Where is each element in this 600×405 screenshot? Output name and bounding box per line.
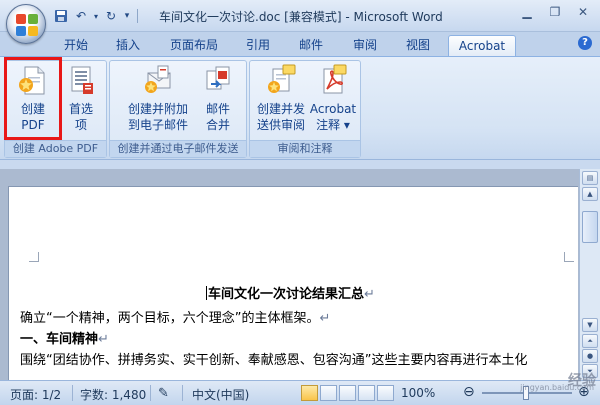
outline-view-icon[interactable] xyxy=(358,385,375,401)
group-review-and-comment: 创建并发 送供审阅 Acrobat 注释 ▾ 审阅和注释 xyxy=(249,60,361,158)
watermark: 经验 jingyan.baidu.com xyxy=(520,370,596,392)
document-line: 一、车间精神↵ xyxy=(20,328,109,347)
para-mark: ↵ xyxy=(319,311,331,326)
undo-dropdown-icon[interactable]: ▾ xyxy=(92,7,100,25)
mail-merge-button[interactable]: 邮件 合并 xyxy=(198,63,238,141)
document-line-text: 一、车间精神 xyxy=(20,332,99,347)
qat-separator xyxy=(137,9,138,23)
undo-icon[interactable]: ↶ xyxy=(72,7,90,25)
tab-page-layout[interactable]: 页面布局 xyxy=(164,35,224,56)
group-label-create-adobe-pdf: 创建 Adobe PDF xyxy=(5,140,106,157)
send-review-label-1: 创建并发 xyxy=(256,102,305,116)
document-heading: 车间文化一次讨论结果汇总↵ xyxy=(206,283,375,302)
close-icon[interactable]: ✕ xyxy=(570,3,596,21)
office-button[interactable] xyxy=(6,4,46,44)
para-mark: ↵ xyxy=(364,287,375,302)
tab-view[interactable]: 视图 xyxy=(400,35,436,56)
minimize-icon[interactable]: ▁ xyxy=(514,3,540,21)
vertical-scrollbar[interactable]: ▤ ▲ ▼ ⏶ ● ⏷ xyxy=(579,169,600,380)
para-mark: ↵ xyxy=(98,332,109,347)
send-review-label-2: 送供审阅 xyxy=(256,118,305,132)
window-controls: ▁ ❐ ✕ xyxy=(514,3,596,21)
ruler-strip xyxy=(0,161,600,169)
document-line: 确立“一个精神，两个目标，六个理念”的主体框架。↵ xyxy=(20,307,330,326)
status-bar: 页面: 1/2 字数: 1,480 ✎ 中文(中国) 100% ⊖ ⊕ xyxy=(0,380,600,405)
browse-object-icon[interactable]: ● xyxy=(582,349,598,363)
tab-review[interactable]: 审阅 xyxy=(347,35,383,56)
create-attach-email-label-2: 到电子邮件 xyxy=(127,118,188,132)
print-layout-view-icon[interactable] xyxy=(301,385,318,401)
group-label-create-and-email: 创建并通过电子邮件发送 xyxy=(110,140,246,157)
page-indicator[interactable]: 页面: 1/2 xyxy=(10,386,61,403)
help-icon[interactable]: ? xyxy=(578,36,592,50)
status-separator xyxy=(150,385,151,401)
status-separator xyxy=(182,385,183,401)
text-cursor xyxy=(206,286,207,300)
highlight-box xyxy=(4,57,62,140)
language-indicator[interactable]: 中文(中国) xyxy=(192,386,249,403)
group-label-review-and-comment: 审阅和注释 xyxy=(250,140,360,157)
tab-insert[interactable]: 插入 xyxy=(110,35,146,56)
create-attach-email-label-1: 创建并附加 xyxy=(127,102,188,116)
document-page[interactable]: 车间文化一次讨论结果汇总↵ 确立“一个精神，两个目标，六个理念”的主体框架。↵ … xyxy=(8,186,578,380)
tab-home[interactable]: 开始 xyxy=(58,35,94,56)
web-layout-view-icon[interactable] xyxy=(339,385,356,401)
previous-page-icon[interactable]: ⏶ xyxy=(582,334,598,348)
tab-references[interactable]: 引用 xyxy=(240,35,276,56)
group-create-and-email: 创建并附加 到电子邮件 邮件 合并 创建并通过电子邮件发送 xyxy=(109,60,247,158)
quick-access-toolbar: ↶ ▾ ↻ ▾ xyxy=(52,6,141,26)
document-line: 围绕“团结协作、拼搏务实、实干创新、奉献感恩、包容沟通”这些主要内容再进行本土化 xyxy=(20,349,527,368)
preferences-label-1: 首选 xyxy=(68,102,93,116)
create-attach-email-icon xyxy=(142,63,174,97)
draft-view-icon[interactable] xyxy=(377,385,394,401)
zoom-out-icon[interactable]: ⊖ xyxy=(463,384,475,400)
scroll-up-icon[interactable]: ▲ xyxy=(582,187,598,201)
scroll-thumb[interactable] xyxy=(582,211,598,243)
document-line-text: 确立“一个精神，两个目标，六个理念”的主体框架。 xyxy=(20,311,320,326)
office-logo-icon xyxy=(16,14,38,36)
mail-merge-label-1: 邮件 xyxy=(205,102,230,116)
margin-corner-left xyxy=(29,252,39,262)
zoom-level[interactable]: 100% xyxy=(401,386,435,400)
acrobat-comments-label-2: 注释 ▾ xyxy=(316,118,350,132)
document-title-text: 车间文化一次讨论结果汇总 xyxy=(208,287,365,302)
document-area: 车间文化一次讨论结果汇总↵ 确立“一个精神，两个目标，六个理念”的主体框架。↵ … xyxy=(0,161,600,380)
send-review-icon xyxy=(265,63,297,97)
status-separator xyxy=(72,385,73,401)
save-icon[interactable] xyxy=(52,7,70,25)
window-title: 车间文化一次讨论.doc [兼容模式] - Microsoft Word xyxy=(159,10,443,24)
preferences-button[interactable]: 首选 项 xyxy=(59,63,103,141)
preferences-icon xyxy=(65,63,97,97)
acrobat-comments-icon xyxy=(317,63,349,97)
full-screen-reading-view-icon[interactable] xyxy=(320,385,337,401)
mail-merge-icon xyxy=(202,63,234,97)
redo-icon[interactable]: ↻ xyxy=(102,7,120,25)
tab-mailings[interactable]: 邮件 xyxy=(293,35,329,56)
watermark-url: jingyan.baidu.com xyxy=(520,383,594,392)
acrobat-comments-button[interactable]: Acrobat 注释 ▾ xyxy=(307,63,359,141)
restore-icon[interactable]: ❐ xyxy=(542,3,568,21)
create-attach-email-button[interactable]: 创建并附加 到电子邮件 xyxy=(118,63,198,141)
ribbon: 创建 PDF 首选 项 创建 Adobe PDF 创建并附加 到电子邮件 邮件 … xyxy=(0,56,600,160)
send-review-button[interactable]: 创建并发 送供审阅 xyxy=(253,63,309,141)
word-count[interactable]: 字数: 1,480 xyxy=(80,386,146,403)
proofing-icon[interactable]: ✎ xyxy=(158,386,169,401)
mail-merge-label-2: 合并 xyxy=(205,118,230,132)
title-bar: ↶ ▾ ↻ ▾ 车间文化一次讨论.doc [兼容模式] - Microsoft … xyxy=(0,0,600,32)
acrobat-comments-label-1: Acrobat xyxy=(309,102,357,116)
ribbon-tabs: 开始 插入 页面布局 引用 邮件 审阅 视图 Acrobat ? xyxy=(0,32,600,56)
scroll-down-icon[interactable]: ▼ xyxy=(582,318,598,332)
preferences-label-2: 项 xyxy=(74,118,87,132)
margin-corner-right xyxy=(564,252,574,262)
ruler-toggle-icon[interactable]: ▤ xyxy=(582,171,598,185)
document-line-text: 围绕“团结协作、拼搏务实、实干创新、奉献感恩、包容沟通”这些主要内容再进行本土化 xyxy=(20,353,528,368)
tab-acrobat[interactable]: Acrobat xyxy=(448,35,516,56)
customize-icon[interactable]: ▾ xyxy=(122,7,132,25)
